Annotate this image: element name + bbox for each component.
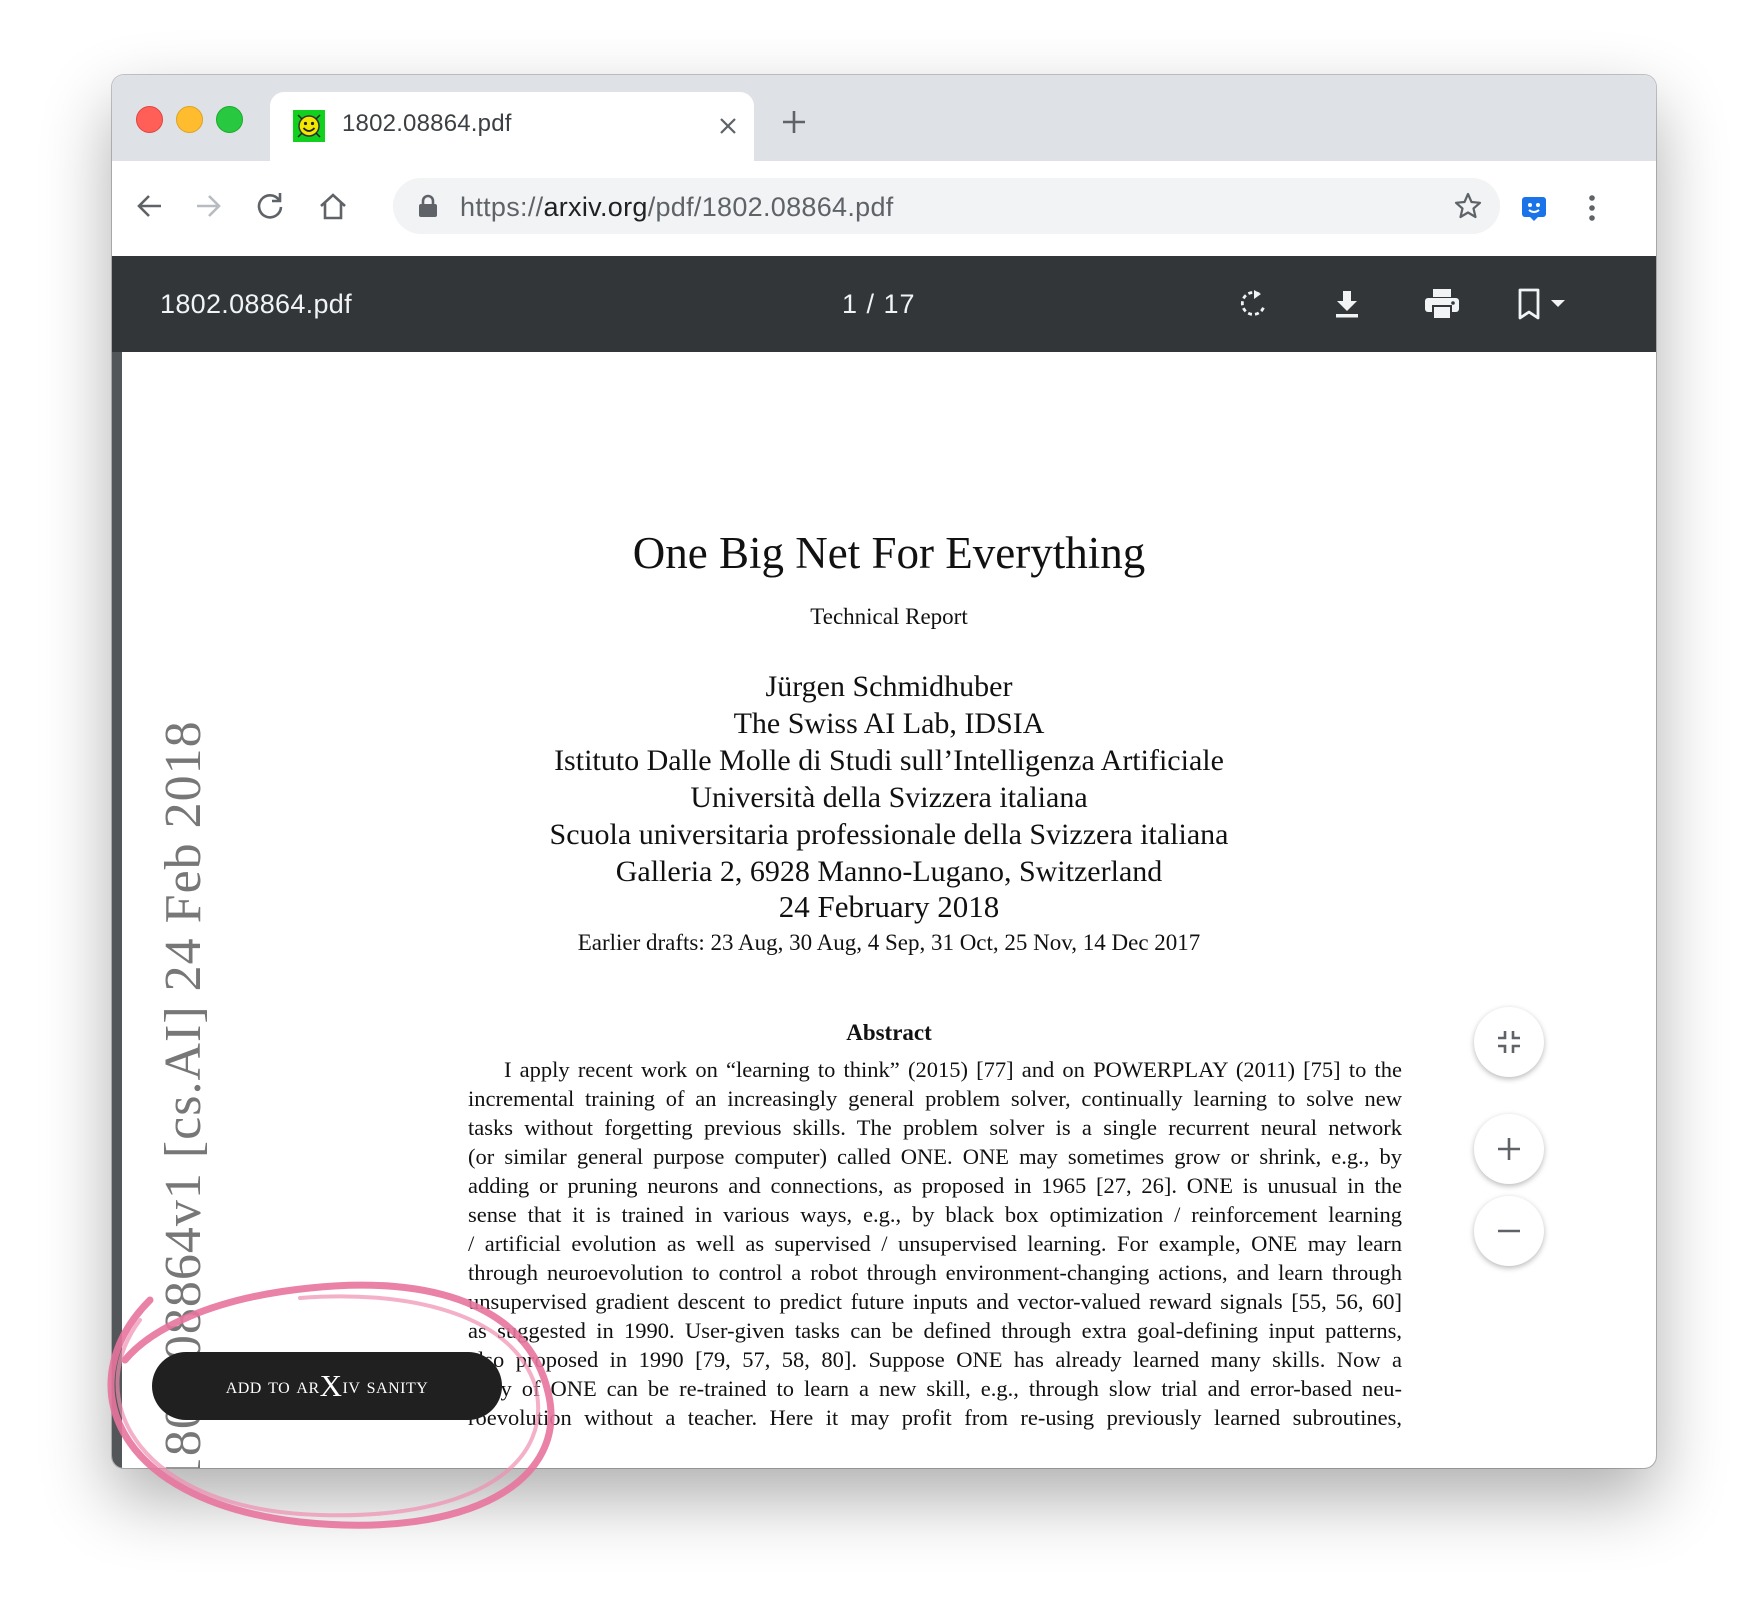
abstract-line: unsupervised gradient descent to predict…	[468, 1289, 1402, 1314]
sanity-label-x: X	[319, 1368, 343, 1403]
paper-title: One Big Net For Everything	[632, 528, 1146, 578]
close-window-button[interactable]	[136, 106, 163, 133]
reload-button[interactable]	[246, 182, 294, 230]
affiliation-line: The Swiss AI Lab, IDSIA	[733, 707, 1045, 740]
minimize-window-button[interactable]	[176, 106, 203, 133]
bookmarks-button[interactable]	[1512, 280, 1580, 328]
tab-close-button[interactable]	[710, 108, 746, 144]
fit-to-page-button[interactable]	[1474, 1007, 1544, 1077]
pdf-filename: 1802.08864.pdf	[160, 289, 352, 319]
kebab-menu-icon	[1589, 195, 1595, 221]
forward-arrow-icon	[197, 195, 221, 217]
affiliation-line: Galleria 2, 6928 Manno-Lugano, Switzerla…	[615, 855, 1163, 888]
author-name: Jürgen Schmidhuber	[765, 670, 1013, 703]
pdf-viewport: One Big Net For Everything Technical Rep…	[112, 352, 1656, 1468]
new-tab-button[interactable]	[772, 100, 816, 144]
zoom-in-icon	[1498, 1138, 1520, 1160]
affiliation-line: Università della Svizzera italiana	[690, 781, 1088, 814]
rotate-button[interactable]	[1229, 280, 1277, 328]
tab-strip: 1802.08864.pdf	[112, 75, 1656, 161]
page-indicator[interactable]: 1 / 17	[842, 289, 916, 320]
zoom-out-icon	[1498, 1229, 1520, 1233]
bookmark-star-button[interactable]	[1450, 188, 1486, 224]
bookmark-icon	[1518, 288, 1565, 320]
sanity-label-pre: add to ar	[225, 1373, 320, 1398]
abstract-line: copy of ONE can be re-trained to learn a…	[468, 1376, 1402, 1401]
star-icon	[1454, 192, 1482, 219]
smiley-favicon-icon	[293, 110, 325, 142]
print-icon	[1425, 289, 1459, 320]
back-arrow-icon	[137, 195, 161, 217]
download-icon	[1336, 291, 1358, 318]
close-icon	[720, 118, 736, 134]
abstract-line: roevolution without a teacher. Here it m…	[468, 1405, 1402, 1430]
abstract-line: incremental training of an increasingly …	[468, 1086, 1402, 1111]
earlier-drafts: Earlier drafts: 23 Aug, 30 Aug, 4 Sep, 3…	[577, 930, 1201, 955]
back-button[interactable]	[126, 182, 174, 230]
paper-date: 24 February 2018	[778, 889, 1000, 924]
abstract-line: tasks without forgetting previous skills…	[468, 1115, 1402, 1140]
abstract-line: also proposed in 1990 [79, 57, 58, 80]. …	[468, 1347, 1402, 1372]
tab-active[interactable]: 1802.08864.pdf	[270, 92, 754, 161]
print-button[interactable]	[1418, 280, 1466, 328]
paper-subtitle: Technical Report	[810, 604, 968, 629]
abstract-line: (or similar general purpose computer) ca…	[468, 1144, 1402, 1169]
rotate-icon	[1240, 290, 1266, 316]
reload-icon	[257, 193, 283, 219]
affiliation-line: Istituto Dalle Molle di Studi sull’Intel…	[554, 744, 1224, 777]
url-path: /pdf/1802.08864.pdf	[647, 192, 894, 222]
add-to-arxiv-sanity-button[interactable]: add to ar Xiv sanity	[152, 1352, 502, 1420]
abstract-line: sense that it is trained in various ways…	[468, 1202, 1402, 1227]
home-button[interactable]	[309, 182, 357, 230]
download-button[interactable]	[1323, 280, 1371, 328]
abstract-line: adding or pruning neurons and connection…	[468, 1173, 1402, 1198]
lock-icon	[419, 194, 437, 217]
address-bar[interactable]: https://arxiv.org/pdf/1802.08864.pdf	[393, 178, 1500, 234]
extension-icon	[1522, 197, 1546, 221]
tab-title: 1802.08864.pdf	[342, 110, 512, 137]
plus-icon	[783, 111, 805, 133]
abstract-line: as suggested in 1990. User-given tasks c…	[468, 1318, 1402, 1343]
zoom-out-button[interactable]	[1474, 1196, 1544, 1266]
author-affiliation: Jürgen Schmidhuber The Swiss AI Lab, IDS…	[122, 668, 1656, 890]
abstract-line: through neuroevolution to control a robo…	[468, 1260, 1402, 1285]
abstract-body: I apply recent work on “learning to thin…	[468, 1055, 1402, 1432]
sanity-label-post: iv sanity	[342, 1373, 429, 1398]
abstract-heading: Abstract	[846, 1020, 932, 1045]
extension-button[interactable]	[1510, 184, 1558, 232]
browser-menu-button[interactable]	[1572, 184, 1612, 232]
pdf-page: One Big Net For Everything Technical Rep…	[122, 352, 1656, 1468]
zoom-window-button[interactable]	[216, 106, 243, 133]
url-text: https://arxiv.org/pdf/1802.08864.pdf	[460, 192, 894, 223]
home-icon	[320, 193, 346, 220]
abstract-line: / artificial evolution as well as superv…	[468, 1231, 1402, 1256]
url-scheme: https://	[460, 192, 544, 222]
abstract-line: I apply recent work on “learning to thin…	[504, 1057, 1402, 1082]
browser-toolbar: https://arxiv.org/pdf/1802.08864.pdf	[112, 161, 1656, 256]
pdf-toolbar: 1802.08864.pdf 1 / 17	[112, 256, 1656, 352]
browser-window: 1802.08864.pdf https://arxiv.org/pdf/180…	[112, 75, 1656, 1468]
forward-button[interactable]	[184, 182, 232, 230]
zoom-in-button[interactable]	[1474, 1114, 1544, 1184]
affiliation-line: Scuola universitaria professionale della…	[549, 818, 1229, 851]
fit-to-page-icon	[1498, 1031, 1520, 1053]
url-host: arxiv.org	[543, 192, 648, 222]
